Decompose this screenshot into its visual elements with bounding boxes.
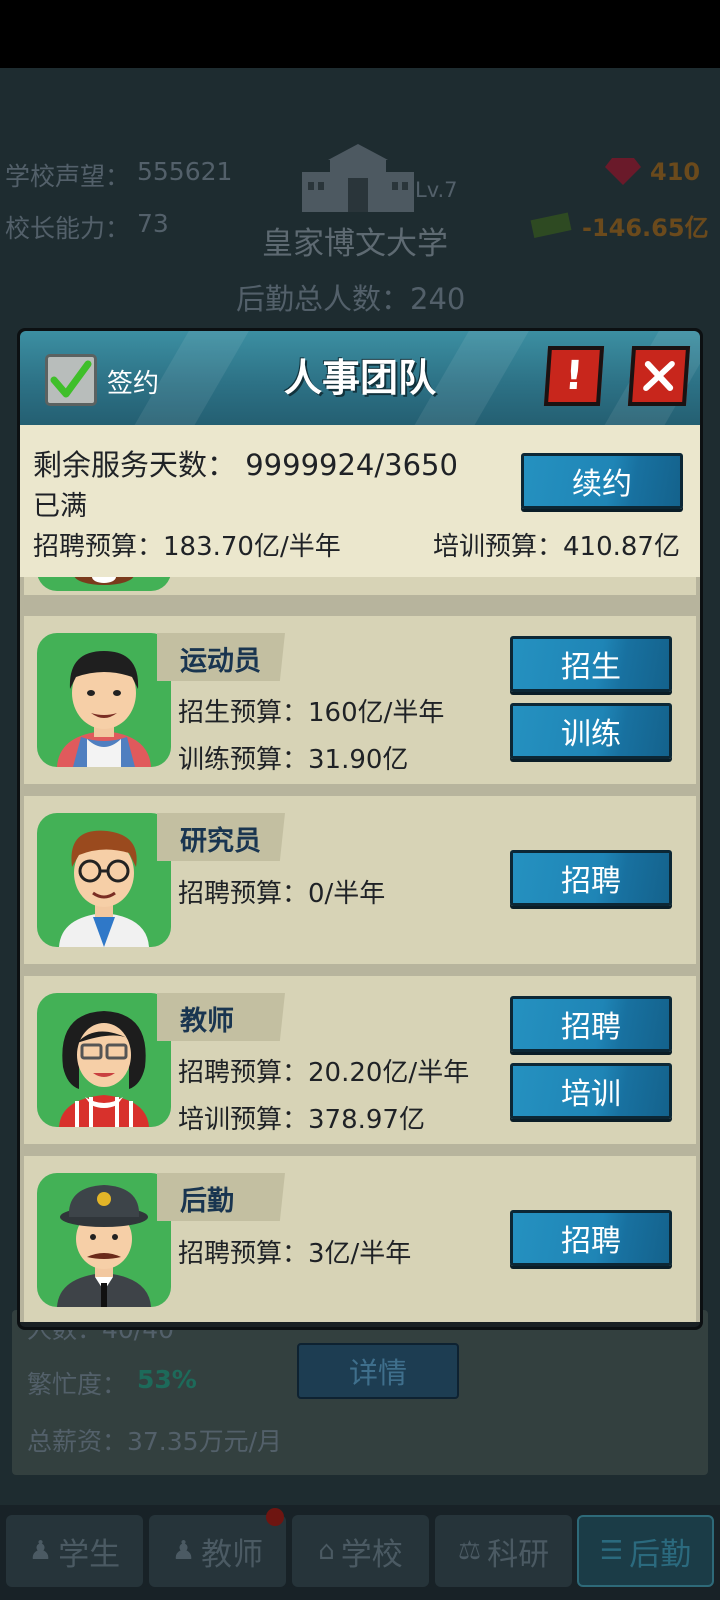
avatar: [37, 577, 171, 591]
list-item-athlete: 运动员 招生预算：160亿/半年 训练预算：31.90亿 招生 训练: [24, 616, 696, 784]
athlete-portrait-icon: [57, 651, 151, 767]
total-train-budget: 培训预算：410.87亿: [433, 532, 680, 562]
teacher-avatar: [37, 993, 171, 1127]
logistics-icon: ☰: [599, 1536, 624, 1566]
status-bar: [0, 0, 720, 68]
total-recruit-budget: 招聘预算：183.70亿/半年: [33, 532, 341, 562]
reputation-label: 学校声望：: [5, 162, 131, 191]
busy-label: 繁忙度：: [27, 1370, 128, 1399]
recruit-budget: 招聘预算：20.20亿/半年: [178, 1058, 470, 1088]
detail-button[interactable]: 详情: [297, 1343, 459, 1399]
reputation-value: 555621: [137, 157, 233, 186]
alert-button[interactable]: !: [543, 346, 605, 406]
bottom-nav: ♟ 学生 ♟ 教师 ⌂ 学校 ⚖ 科研 ☰ 后勤: [0, 1505, 720, 1600]
nav-tab-teachers[interactable]: ♟ 教师: [149, 1515, 286, 1587]
recruit-button[interactable]: 招聘: [510, 1210, 672, 1266]
logistics-portrait-icon: [57, 1185, 151, 1307]
list-item-logistics: 后勤 招聘预算：3亿/半年 招聘: [24, 1156, 696, 1322]
list-item: [24, 577, 696, 595]
money-icon: [530, 212, 572, 238]
staff-list: 运动员 招生预算：160亿/半年 训练预算：31.90亿 招生 训练 研究员 招…: [20, 577, 700, 1322]
recruit-button[interactable]: 招聘: [510, 850, 672, 906]
researcher-avatar: [37, 813, 171, 947]
list-item-researcher: 研究员 招聘预算：0/半年 招聘: [24, 796, 696, 964]
student-icon: ♟: [28, 1536, 53, 1566]
close-button[interactable]: [627, 346, 691, 406]
nav-tab-label: 学生: [58, 1536, 121, 1573]
remaining-service-days: 剩余服务天数： 9999924/3650: [33, 448, 458, 482]
university-name: 皇家博文大学: [262, 226, 448, 262]
nav-tab-school[interactable]: ⌂ 学校: [292, 1515, 429, 1587]
researcher-portrait-icon: [59, 830, 149, 947]
teacher-icon: ♟: [171, 1536, 196, 1566]
recruit-budget: 招聘预算：3亿/半年: [178, 1239, 412, 1269]
research-icon: ⚖: [457, 1536, 482, 1566]
role-name: 后勤: [180, 1186, 234, 1217]
school-icon: ⌂: [318, 1536, 335, 1566]
level-label: Lv.7: [415, 178, 458, 202]
renew-button[interactable]: 续约: [521, 453, 683, 509]
full-status: 已满: [33, 491, 87, 522]
recruit-budget: 招聘预算：0/半年: [178, 879, 386, 909]
gem-count: 410: [650, 158, 701, 186]
checkmark-icon: [50, 360, 92, 398]
logistics-total: 后勤总人数：240: [236, 282, 466, 316]
nav-tab-label: 教师: [201, 1536, 264, 1573]
close-icon: [643, 361, 675, 391]
total-salary: 总薪资：37.35万元/月: [27, 1427, 282, 1456]
principal-value: 73: [137, 209, 169, 238]
athlete-avatar: [37, 633, 171, 767]
training-budget: 训练预算：31.90亿: [178, 745, 409, 775]
notification-dot: [266, 1508, 284, 1526]
nav-tab-logistics[interactable]: ☰ 后勤: [577, 1515, 714, 1587]
train-button[interactable]: 培训: [510, 1063, 672, 1119]
exclamation-icon: !: [563, 353, 585, 399]
sign-label: 签约: [107, 369, 160, 399]
nav-tab-label: 后勤: [629, 1536, 692, 1573]
nav-tab-students[interactable]: ♟ 学生: [6, 1515, 143, 1587]
sign-checkbox[interactable]: [45, 354, 97, 406]
teacher-portrait-icon: [59, 1011, 149, 1127]
principal-label: 校长能力：: [5, 214, 131, 243]
training-budget: 培训预算：378.97亿: [178, 1105, 425, 1135]
enroll-button[interactable]: 招生: [510, 636, 672, 692]
school-building-icon: [302, 144, 414, 212]
busy-value: 53%: [137, 1365, 197, 1394]
nav-tab-research[interactable]: ⚖ 科研: [435, 1515, 572, 1587]
enroll-budget: 招生预算：160亿/半年: [178, 698, 445, 728]
list-item-teacher: 教师 招聘预算：20.20亿/半年 培训预算：378.97亿 招聘 培训: [24, 976, 696, 1144]
role-name: 运动员: [180, 646, 261, 677]
nav-tab-label: 学校: [340, 1536, 403, 1573]
gem-icon: [605, 158, 641, 185]
logistics-avatar: [37, 1173, 171, 1307]
nav-tab-label: 科研: [487, 1536, 550, 1573]
role-name: 教师: [180, 1006, 234, 1037]
money-amount: -146.65亿: [582, 214, 709, 242]
train-button[interactable]: 训练: [510, 703, 672, 759]
role-name: 研究员: [180, 826, 261, 857]
recruit-button[interactable]: 招聘: [510, 996, 672, 1052]
